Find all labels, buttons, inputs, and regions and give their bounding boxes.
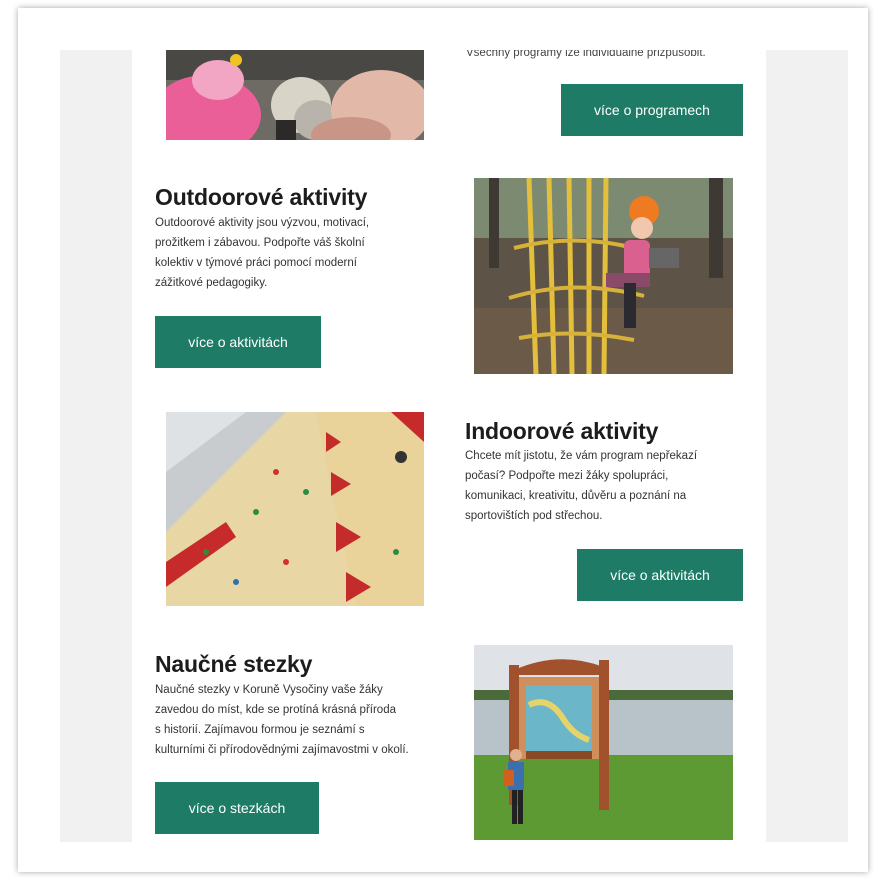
right-margin xyxy=(766,50,848,842)
outdoor-photo xyxy=(474,178,733,374)
trails-photo xyxy=(474,645,733,840)
indoor-photo xyxy=(166,412,424,606)
more-indoor-button[interactable]: více o aktivitách xyxy=(577,549,743,601)
outdoor-line-4: zážitkové pedagogiky. xyxy=(155,277,268,289)
left-margin xyxy=(60,50,132,842)
trails-line-1: Naučné stezky v Koruně Vysočiny vaše žák… xyxy=(155,684,383,696)
trails-line-4: kulturními či přírodovědnými zajímavostm… xyxy=(155,744,409,756)
trails-description: Naučné stezky v Koruně Vysočiny vaše žák… xyxy=(155,680,445,760)
indoor-line-2: počasí? Podpořte mezi žáky spolupráci, xyxy=(465,470,669,482)
programs-partial-text: Všechny programy lze individuálně přizpů… xyxy=(466,50,706,59)
more-outdoor-button[interactable]: více o aktivitách xyxy=(155,316,321,368)
outdoor-title: Outdoorové aktivity xyxy=(155,184,368,210)
more-programs-button[interactable]: více o programech xyxy=(561,84,743,136)
trails-line-3: s historií. Zajímavou formou je seznámí … xyxy=(155,724,365,736)
trails-line-2: zavedou do míst, kde se protíná krásná p… xyxy=(155,704,396,716)
indoor-line-4: sportovištích pod střechou. xyxy=(465,510,603,522)
newsletter-content: Všechny programy lze individuálně přizpů… xyxy=(132,50,766,842)
indoor-title: Indoorové aktivity xyxy=(465,418,659,444)
indoor-description: Chcete mít jistotu, že vám program nepře… xyxy=(465,446,745,526)
outdoor-line-2: prožitkem i zábavou. Podpořte váš školní xyxy=(155,237,365,249)
outdoor-line-3: kolektiv v týmové práci pomocí moderní xyxy=(155,257,357,269)
programs-photo xyxy=(166,50,424,140)
indoor-line-3: komunikaci, kreativitu, důvěru a poznání… xyxy=(465,490,687,502)
more-trails-button[interactable]: více o stezkách xyxy=(155,782,319,834)
outdoor-line-1: Outdoorové aktivity jsou výzvou, motivac… xyxy=(155,217,370,229)
indoor-line-1: Chcete mít jistotu, že vám program nepře… xyxy=(465,450,698,462)
trails-title: Naučné stezky xyxy=(155,651,313,677)
outdoor-description: Outdoorové aktivity jsou výzvou, motivac… xyxy=(155,213,415,293)
